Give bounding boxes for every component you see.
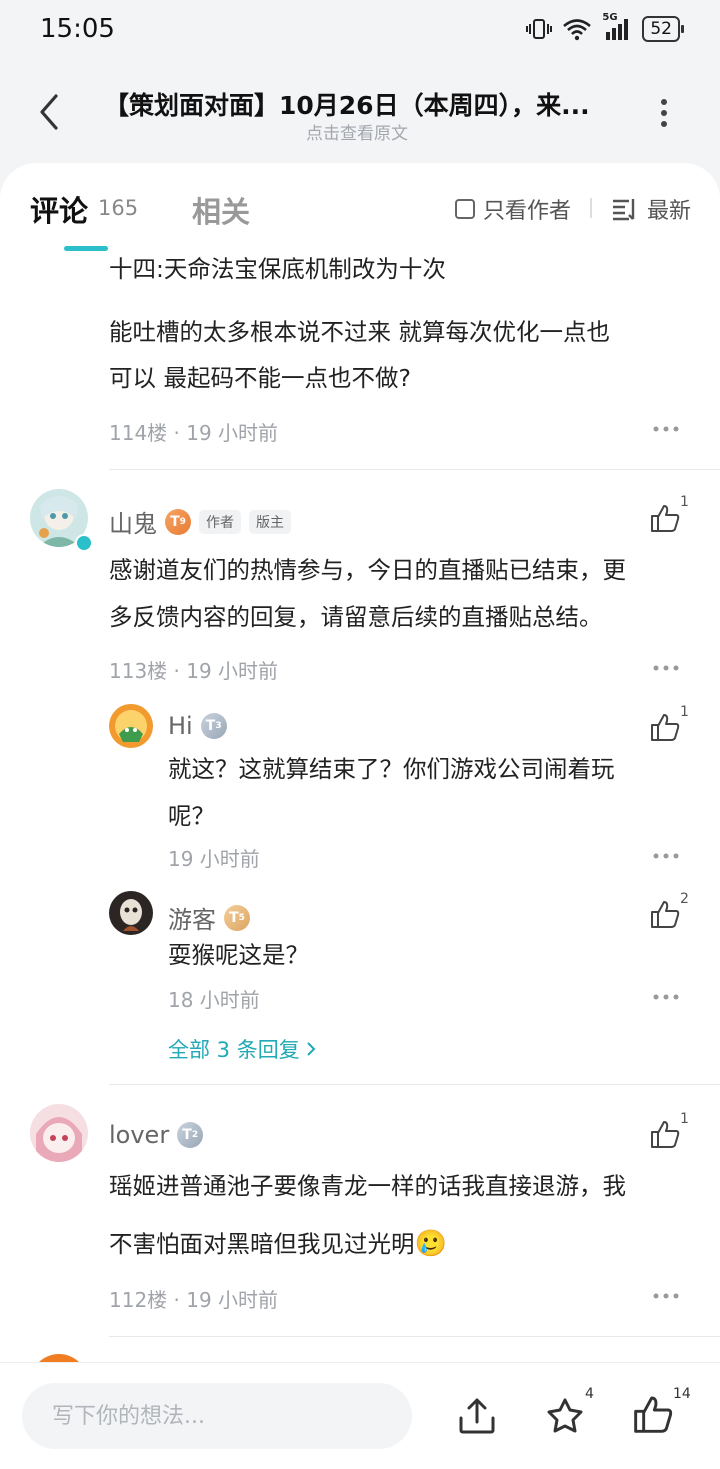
view-all-replies-link[interactable]: 全部 3 条回复 bbox=[168, 1034, 316, 1064]
share-button[interactable] bbox=[457, 1396, 497, 1436]
post-like-count: 14 bbox=[673, 1386, 691, 1402]
active-tab-indicator bbox=[64, 246, 108, 251]
level-badge: T2 bbox=[177, 1122, 204, 1148]
comment-112-line-1: 瑶姬进普通池子要像青龙一样的话我直接退游，我 bbox=[109, 1172, 626, 1200]
chevron-right-icon bbox=[307, 1042, 316, 1056]
thumbs-up-icon bbox=[651, 714, 680, 741]
comment-divider bbox=[109, 1084, 720, 1085]
more-horizontal-icon bbox=[653, 426, 679, 432]
comment-divider bbox=[109, 1336, 720, 1337]
author-name: 游客 bbox=[168, 906, 216, 934]
comment-112-author[interactable]: lover T2 bbox=[109, 1121, 204, 1149]
reply-author[interactable]: Hi T3 bbox=[168, 712, 227, 740]
comment-112-meta: 112楼 · 19 小时前 bbox=[109, 1288, 279, 1312]
tab-comments[interactable]: 评论 bbox=[30, 188, 88, 230]
reply-meta: 19 小时前 bbox=[168, 847, 260, 871]
moderator-tag: 版主 bbox=[249, 509, 291, 534]
checkbox-icon[interactable] bbox=[455, 199, 475, 219]
level-number: 2 bbox=[191, 1130, 199, 1140]
comments-count: 165 bbox=[98, 196, 139, 220]
comment-114-line-2: 能吐槽的太多根本说不过来 就算每次优化一点也 bbox=[109, 318, 610, 346]
battery-icon: 52 bbox=[642, 16, 684, 42]
comment-113-like-button[interactable] bbox=[650, 503, 680, 533]
thumbs-up-icon bbox=[634, 1396, 673, 1433]
author-only-toggle[interactable]: 只看作者 bbox=[455, 193, 571, 225]
avatar[interactable] bbox=[109, 891, 153, 935]
comment-114-meta: 114楼 · 19 小时前 bbox=[109, 421, 279, 445]
avatar[interactable] bbox=[30, 1104, 88, 1162]
comment-114-more[interactable] bbox=[653, 425, 679, 433]
author-tag: 作者 bbox=[199, 509, 241, 534]
more-vertical-icon bbox=[661, 99, 667, 127]
level-badge: T5 bbox=[224, 904, 250, 931]
comment-113-line-1: 感谢道友们的热情参与，今日的直播贴已结束，更 bbox=[109, 556, 626, 584]
author-name: Hi bbox=[168, 712, 193, 740]
tabs-divider bbox=[590, 198, 592, 218]
author-name: lover bbox=[109, 1121, 170, 1149]
status-time: 15:05 bbox=[40, 14, 115, 44]
sort-button[interactable]: 最新 bbox=[611, 193, 691, 225]
wifi-icon bbox=[562, 17, 592, 41]
more-horizontal-icon bbox=[653, 994, 679, 1000]
comment-114-line-3: 可以 最起码不能一点也不做? bbox=[109, 364, 411, 392]
author-name: 山鬼 bbox=[109, 510, 157, 538]
more-options-button[interactable] bbox=[652, 98, 676, 128]
signal-icon: 5G bbox=[602, 12, 632, 40]
reply-line-1: 就这？这就算结束了？你们游戏公司闹着玩 bbox=[168, 755, 615, 783]
reply-meta: 18 小时前 bbox=[168, 988, 260, 1012]
all-replies-label: 全部 3 条回复 bbox=[168, 1038, 300, 1062]
more-horizontal-icon bbox=[653, 665, 679, 671]
sort-label: 最新 bbox=[647, 199, 692, 224]
reply-author[interactable]: 游客 T5 bbox=[168, 900, 250, 935]
comment-113-author[interactable]: 山鬼 T9 作者 版主 bbox=[109, 504, 291, 539]
thumbs-up-icon bbox=[651, 901, 680, 928]
like-count: 1 bbox=[680, 1111, 689, 1127]
star-icon bbox=[547, 1398, 583, 1433]
level-number: 3 bbox=[215, 721, 222, 731]
level-badge: T3 bbox=[200, 713, 227, 739]
comment-112-more[interactable] bbox=[653, 1292, 679, 1300]
share-icon bbox=[459, 1398, 495, 1434]
like-count: 1 bbox=[680, 494, 689, 510]
favorite-button[interactable] bbox=[545, 1396, 585, 1436]
comment-112-like-button[interactable] bbox=[650, 1119, 680, 1149]
comment-112-line-2-wrap: 不害怕面对黑暗但我见过光明 🥲 bbox=[109, 1221, 447, 1268]
more-horizontal-icon bbox=[653, 853, 679, 859]
reply-more[interactable] bbox=[653, 852, 679, 860]
comment-113-meta: 113楼 · 19 小时前 bbox=[109, 659, 279, 683]
favorite-count: 4 bbox=[585, 1386, 594, 1402]
thumbs-up-icon bbox=[651, 505, 680, 532]
comment-divider bbox=[109, 469, 720, 470]
reply-like-button[interactable] bbox=[650, 899, 680, 929]
level-badge: T9 bbox=[165, 508, 191, 535]
verified-icon bbox=[75, 534, 93, 552]
author-only-label: 只看作者 bbox=[483, 199, 572, 224]
comment-113-line-2: 多反馈内容的回复，请留意后续的直播贴总结。 bbox=[109, 603, 603, 631]
comment-112-line-2: 不害怕面对黑暗但我见过光明 bbox=[109, 1230, 415, 1258]
level-number: 9 bbox=[179, 516, 186, 527]
reply-line-1: 耍猴呢这是？ bbox=[168, 941, 309, 969]
tab-related[interactable]: 相关 bbox=[192, 189, 250, 231]
avatar[interactable] bbox=[109, 704, 153, 748]
post-title[interactable]: 【策划面对面】10月26日（本周四），来... bbox=[104, 86, 604, 122]
status-icons: 5G 52 bbox=[526, 12, 684, 42]
network-type: 5G bbox=[602, 12, 618, 23]
view-original-link[interactable]: 点击查看原文 bbox=[0, 119, 714, 144]
more-horizontal-icon bbox=[653, 1293, 679, 1299]
comment-113-more[interactable] bbox=[653, 664, 679, 672]
thumbs-up-icon bbox=[651, 1121, 680, 1148]
vibrate-icon bbox=[526, 17, 553, 41]
level-number: 5 bbox=[238, 912, 245, 923]
sort-icon bbox=[613, 199, 635, 221]
reply-line-2: 呢？ bbox=[168, 802, 215, 830]
like-count: 1 bbox=[680, 704, 689, 720]
comment-114-line-1: 十四:天命法宝保底机制改为十次 bbox=[109, 255, 446, 283]
like-count: 2 bbox=[680, 891, 689, 907]
emoji: 🥲 bbox=[414, 1229, 447, 1259]
comment-input[interactable] bbox=[22, 1383, 412, 1449]
reply-more[interactable] bbox=[653, 993, 679, 1001]
reply-like-button[interactable] bbox=[650, 712, 680, 742]
post-like-button[interactable] bbox=[633, 1394, 673, 1434]
